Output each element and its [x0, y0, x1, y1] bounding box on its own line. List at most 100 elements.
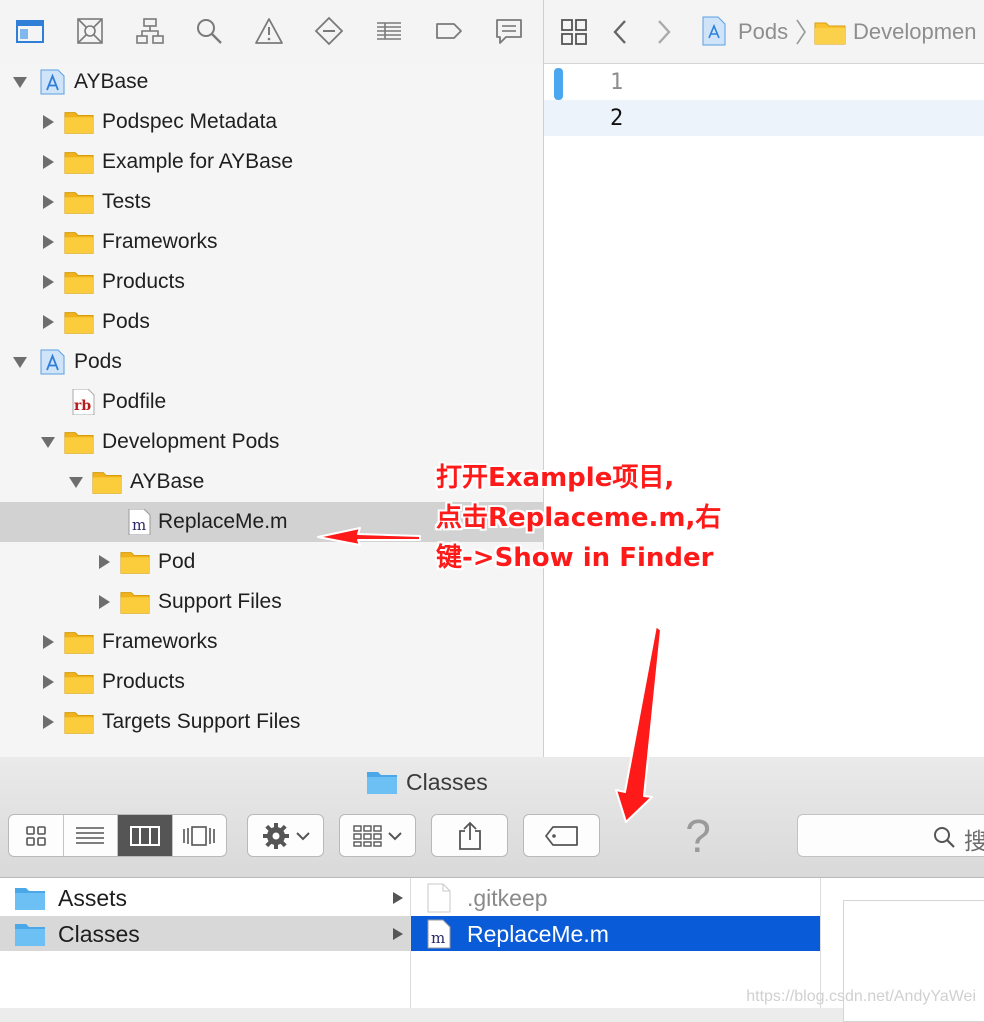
disclosure-triangle-icon[interactable] [12, 354, 28, 370]
find-icon[interactable] [191, 13, 227, 49]
arrange-icon [352, 824, 382, 847]
folder-icon [64, 149, 94, 175]
finder-row-assets[interactable]: Assets [0, 880, 410, 915]
disclosure-triangle-icon[interactable] [96, 594, 112, 610]
breakpoint-icon[interactable] [431, 13, 467, 49]
objc-file-icon: m [427, 919, 451, 949]
chevron-down-icon [387, 831, 402, 840]
disclosure-triangle-icon[interactable] [40, 634, 56, 650]
window-title-text: Classes [406, 768, 488, 795]
arrange-menu-button[interactable] [339, 814, 416, 857]
tree-row[interactable]: Example for AYBase [0, 142, 543, 182]
disclosure-triangle-icon[interactable] [40, 314, 56, 330]
issue-icon[interactable] [251, 13, 287, 49]
tree-row-label: Targets Support Files [102, 710, 301, 733]
jump-bar-item-development[interactable]: Developmen [853, 19, 977, 45]
gear-icon [262, 822, 289, 849]
list-view-button[interactable] [64, 815, 118, 856]
line-number: 1 [610, 70, 624, 95]
finder-row-replaceme[interactable]: m ReplaceMe.m [411, 916, 820, 951]
share-button[interactable] [431, 814, 508, 857]
project-navigator: AYBase Podspec Metadata Example for AYBase… [0, 63, 543, 757]
coverflow-icon [183, 825, 216, 846]
folder-icon [120, 589, 150, 615]
finder-window: Classes ? 搜 Assets Classes .gitkeep m Re… [0, 757, 984, 1022]
test-icon[interactable] [311, 13, 347, 49]
folder-icon [64, 189, 94, 215]
folder-icon [64, 109, 94, 135]
disclosure-triangle-icon[interactable] [40, 194, 56, 210]
list-icon [76, 826, 105, 844]
folder-icon [367, 772, 397, 794]
project-file-icon [702, 16, 726, 51]
disclosure-triangle-icon[interactable] [68, 474, 84, 490]
project-navigator-icon[interactable] [12, 13, 48, 49]
tree-row[interactable]: Pods [0, 302, 543, 342]
tree-row[interactable]: AYBase [0, 62, 543, 102]
finder-row-gitkeep[interactable]: .gitkeep [411, 880, 820, 915]
annotation-note: 打开Example项目, 点击Replaceme.m,右 键->Show in … [436, 458, 736, 578]
jump-bar-item-pods[interactable]: Pods [738, 19, 788, 45]
tree-row-label: Podfile [102, 390, 167, 413]
column-view-button[interactable] [118, 815, 173, 856]
action-menu-button[interactable] [247, 814, 324, 857]
tags-button[interactable] [523, 814, 600, 857]
view-mode-control [8, 814, 227, 857]
blank-file-icon [427, 883, 451, 913]
disclosure-triangle-icon[interactable] [40, 674, 56, 690]
disclosure-triangle-icon[interactable] [40, 154, 56, 170]
change-marker [554, 68, 563, 100]
gallery-view-button[interactable] [173, 815, 227, 856]
objc-file-icon: m [124, 508, 154, 536]
disclosure-triangle-icon[interactable] [40, 434, 56, 450]
debug-icon[interactable] [371, 13, 407, 49]
disclosure-triangle-icon[interactable] [40, 714, 56, 730]
forward-chevron-icon[interactable] [654, 18, 674, 51]
disclosure-triangle-icon[interactable] [40, 114, 56, 130]
tree-row[interactable]: Frameworks [0, 222, 543, 262]
finder-row-classes[interactable]: Classes [0, 916, 410, 951]
source-control-icon[interactable] [72, 13, 108, 49]
related-items-icon[interactable] [560, 18, 588, 51]
tree-row[interactable]: Development Pods [0, 422, 543, 462]
folder-icon [15, 888, 45, 910]
source-editor[interactable]: 1 2 [544, 64, 984, 757]
annotation-line: 打开Example项目, [436, 463, 675, 493]
back-chevron-icon[interactable] [610, 18, 630, 51]
disclosure-triangle-icon[interactable] [96, 554, 112, 570]
report-icon[interactable] [491, 13, 527, 49]
tree-row-label: Frameworks [102, 230, 218, 253]
tree-row-label: Support Files [158, 590, 282, 613]
tree-row[interactable]: Products [0, 262, 543, 302]
search-field[interactable]: 搜 [797, 814, 984, 857]
line-number: 2 [610, 106, 624, 131]
tree-row[interactable]: Products [0, 662, 543, 702]
tree-row[interactable]: rb Podfile [0, 382, 543, 422]
disclosure-triangle-icon[interactable] [12, 74, 28, 90]
tree-row[interactable]: Pods [0, 342, 543, 382]
symbol-navigator-icon[interactable] [132, 13, 168, 49]
tree-row[interactable]: Podspec Metadata [0, 102, 543, 142]
search-placeholder: 搜 [964, 828, 984, 854]
icon-view-button[interactable] [9, 815, 64, 856]
chevron-right-icon [393, 892, 403, 904]
folder-icon [64, 429, 94, 455]
disclosure-triangle-icon[interactable] [40, 274, 56, 290]
folder-icon [64, 229, 94, 255]
finder-row-label: .gitkeep [467, 885, 548, 911]
finder-row-label: Assets [58, 885, 128, 911]
help-icon[interactable]: ? [676, 809, 720, 863]
disclosure-triangle-icon[interactable] [40, 234, 56, 250]
annotation-line: 点击Replaceme.m,右 [436, 503, 722, 533]
tree-row[interactable]: Tests [0, 182, 543, 222]
folder-icon [64, 709, 94, 735]
tree-row[interactable]: Targets Support Files [0, 702, 543, 742]
tree-row[interactable]: Frameworks [0, 622, 543, 662]
tree-row-label: AYBase [74, 70, 149, 93]
jump-bar-separator-icon [795, 18, 807, 51]
tree-row-label: AYBase [130, 470, 205, 493]
finder-column-1: Assets Classes [0, 878, 411, 1008]
tree-row[interactable]: Support Files [0, 582, 543, 622]
folder-icon [814, 19, 846, 50]
annotation-line: 键->Show in Finder [436, 543, 714, 573]
